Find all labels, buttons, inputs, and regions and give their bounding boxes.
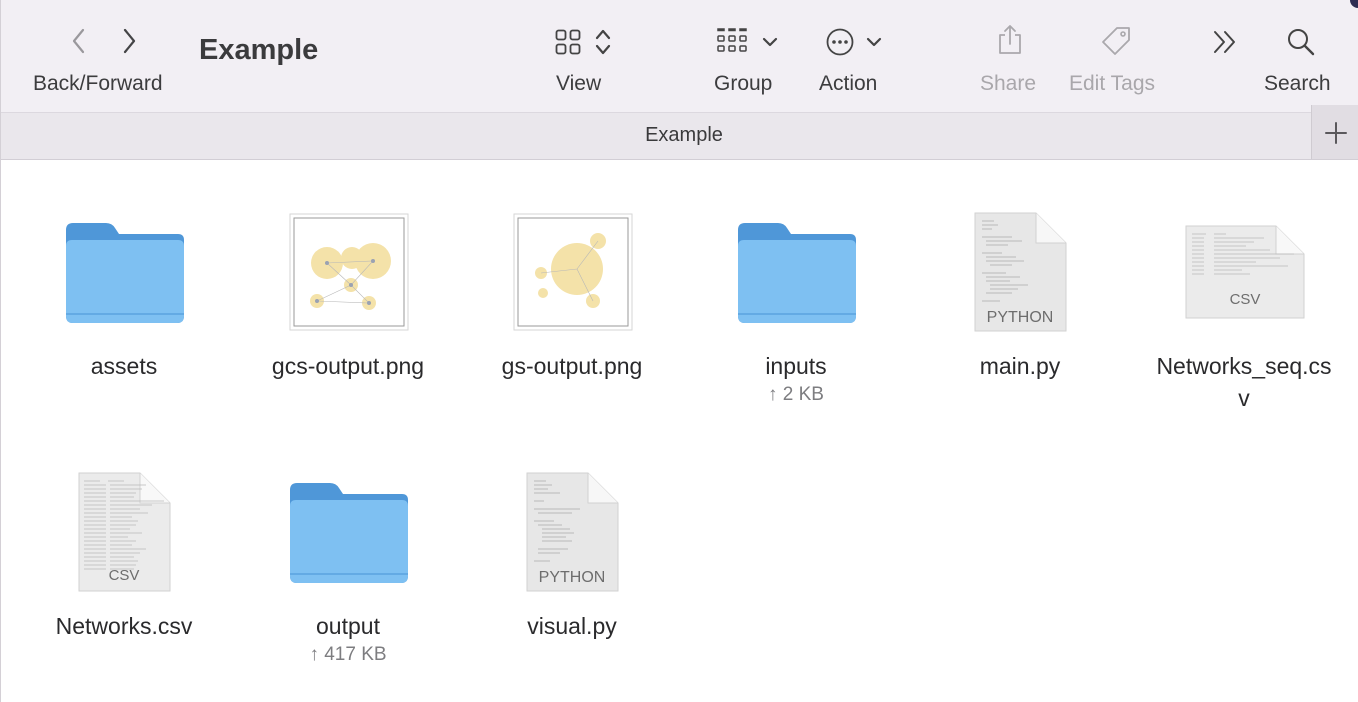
group-label: Group	[714, 72, 773, 95]
finder-window: Back/Forward Example View Group Action S…	[0, 0, 1358, 702]
view-label: View	[556, 72, 602, 95]
file-name-line2: v	[1238, 385, 1250, 411]
file-item[interactable]: gs-output.png	[460, 200, 684, 400]
file-item[interactable]: PYTHON visual.py	[460, 460, 684, 660]
file-name: Networks.csv	[55, 613, 193, 639]
file-name: visual.py	[527, 613, 617, 639]
path-bar: Example	[1, 112, 1358, 160]
python-file-icon: PYTHON	[526, 472, 619, 592]
file-item[interactable]: gcs-output.png	[236, 200, 460, 400]
file-size: ↑ 2 KB	[768, 384, 824, 405]
chevron-down-icon[interactable]	[761, 35, 779, 53]
folder-icon	[738, 223, 856, 323]
new-tab-button[interactable]	[1311, 105, 1358, 159]
file-size: ↑ 417 KB	[309, 644, 387, 665]
file-item[interactable]: inputs ↑ 2 KB	[684, 200, 908, 410]
folder-icon	[290, 483, 408, 583]
file-item[interactable]: output ↑ 417 KB	[236, 460, 460, 670]
double-chevron-icon[interactable]	[1211, 28, 1241, 61]
python-file-icon: PYTHON	[974, 212, 1067, 332]
toolbar: Back/Forward Example View Group Action S…	[1, 0, 1358, 112]
csv-file-icon: CSV	[1185, 225, 1305, 319]
file-name: assets	[90, 353, 158, 379]
file-item[interactable]: assets	[12, 200, 236, 400]
back-forward-label: Back/Forward	[33, 72, 163, 95]
chevron-right-icon[interactable]	[119, 28, 139, 59]
file-item[interactable]: CSV Networks_seq.cs v	[1132, 200, 1356, 415]
file-badge: PYTHON	[987, 309, 1054, 326]
edit-tags-label: Edit Tags	[1069, 72, 1155, 95]
path-label: Example	[645, 124, 723, 146]
chevron-left-icon[interactable]	[69, 28, 89, 59]
image-thumbnail-icon	[513, 213, 633, 331]
file-name: inputs	[765, 353, 827, 379]
search-icon[interactable]	[1286, 27, 1316, 62]
share-label: Share	[980, 72, 1037, 95]
ellipsis-circle-icon[interactable]	[825, 27, 855, 62]
file-name: Networks_seq.cs v	[1132, 350, 1356, 414]
chevron-down-icon[interactable]	[865, 35, 883, 53]
window-title: Example	[199, 34, 319, 66]
csv-file-icon: CSV	[78, 472, 171, 592]
tag-icon[interactable]	[1100, 25, 1132, 62]
plus-icon	[1325, 122, 1347, 144]
grid-icon[interactable]	[555, 29, 581, 60]
file-badge: PYTHON	[539, 569, 606, 586]
file-item[interactable]: PYTHON main.py	[908, 200, 1132, 400]
share-icon[interactable]	[997, 24, 1023, 61]
file-name: main.py	[979, 353, 1061, 379]
group-grid-icon[interactable]	[717, 28, 749, 61]
image-thumbnail-icon	[289, 213, 409, 331]
sort-arrows-icon[interactable]	[595, 28, 611, 61]
file-badge: CSV	[109, 567, 140, 584]
file-name: gcs-output.png	[271, 353, 425, 379]
file-name: output	[316, 613, 380, 639]
search-label[interactable]: Search	[1264, 72, 1331, 96]
folder-icon	[66, 223, 184, 323]
file-name: gs-output.png	[501, 353, 643, 379]
action-label: Action	[819, 72, 878, 95]
file-badge: CSV	[1230, 291, 1261, 308]
file-name-line1: Networks_seq.cs	[1156, 353, 1332, 379]
file-item[interactable]: CSV Networks.csv	[12, 460, 236, 660]
